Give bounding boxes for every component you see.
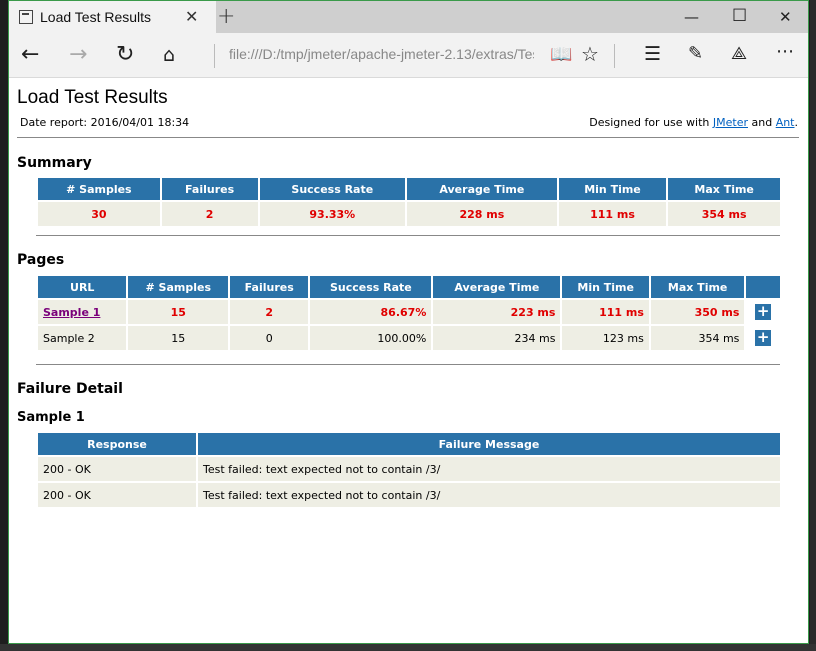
maximize-icon[interactable]: ☐	[732, 6, 747, 26]
more-icon[interactable]: ⋯	[776, 41, 794, 62]
designed-for: Designed for use with JMeter and Ant.	[589, 116, 798, 129]
divider	[17, 137, 799, 138]
taskbar-strip	[0, 644, 816, 651]
col-samples: # Samples	[38, 178, 160, 200]
page-title: Load Test Results	[17, 87, 168, 108]
close-icon[interactable]: ✕	[185, 7, 198, 26]
cell-failures: 2	[230, 300, 309, 324]
cell-success-rate: 86.67%	[310, 300, 432, 324]
toolbar-separator	[614, 44, 615, 68]
col-failures: Failures	[161, 178, 258, 200]
home-icon[interactable]: ⌂	[163, 44, 175, 66]
cell-samples: 30	[38, 202, 160, 226]
table-row: Sample 1 15 2 86.67% 223 ms 111 ms 350 m…	[38, 300, 780, 324]
cell-samples: 15	[128, 326, 229, 350]
refresh-icon[interactable]: ↻	[116, 42, 134, 67]
web-note-icon[interactable]: ✎	[688, 43, 703, 64]
pages-table: URL # Samples Failures Success Rate Aver…	[36, 274, 782, 352]
col-average-time: Average Time	[433, 276, 561, 298]
col-min-time: Min Time	[558, 178, 667, 200]
col-max-time: Max Time	[650, 276, 745, 298]
pages-heading: Pages	[17, 252, 65, 268]
address-separator	[214, 44, 215, 68]
cell-average-time: 228 ms	[407, 202, 557, 226]
cell-expand: +	[746, 300, 780, 324]
cell-max-time: 354 ms	[650, 326, 745, 350]
cell-min-time: 111 ms	[558, 202, 667, 226]
page-icon	[19, 10, 33, 24]
col-average-time: Average Time	[407, 178, 557, 200]
browser-window: Load Test Results ✕ + — ☐ ✕ ← → ↻ ⌂ file…	[8, 0, 809, 644]
failure-header-row: Response Failure Message	[38, 433, 780, 455]
expand-plus-icon[interactable]: +	[755, 330, 772, 346]
cell-failure-message: Test failed: text expected not to contai…	[198, 457, 780, 481]
period: .	[794, 116, 799, 129]
cell-url: Sample 2	[38, 326, 127, 350]
cell-expand: +	[746, 326, 780, 350]
cell-failures: 0	[230, 326, 309, 350]
summary-header-row: # Samples Failures Success Rate Average …	[38, 178, 780, 200]
col-min-time: Min Time	[562, 276, 649, 298]
address-bar[interactable]: file:///D:/tmp/jmeter/apache-jmeter-2.13…	[229, 46, 534, 66]
expand-plus-icon[interactable]: +	[755, 304, 772, 320]
back-icon[interactable]: ←	[21, 42, 39, 67]
cell-samples: 15	[128, 300, 229, 324]
cell-success-rate: 93.33%	[259, 202, 406, 226]
tab-bar: Load Test Results ✕ + — ☐ ✕	[9, 1, 808, 33]
cell-max-time: 350 ms	[650, 300, 745, 324]
failure-detail-heading: Failure Detail	[17, 381, 123, 397]
col-success-rate: Success Rate	[259, 178, 406, 200]
cell-failure-message: Test failed: text expected not to contai…	[198, 483, 780, 507]
col-samples: # Samples	[128, 276, 229, 298]
summary-table: # Samples Failures Success Rate Average …	[36, 176, 782, 228]
cell-response: 200 - OK	[38, 483, 196, 507]
and-text: and	[747, 116, 776, 129]
pages-header-row: URL # Samples Failures Success Rate Aver…	[38, 276, 780, 298]
table-row: Sample 2 15 0 100.00% 234 ms 123 ms 354 …	[38, 326, 780, 350]
col-failure-message: Failure Message	[198, 433, 780, 455]
jmeter-link[interactable]: JMeter	[713, 116, 748, 129]
cell-average-time: 234 ms	[433, 326, 561, 350]
designed-prefix: Designed for use with	[589, 116, 713, 129]
forward-icon[interactable]: →	[69, 42, 87, 67]
nav-bar: ← → ↻ ⌂ file:///D:/tmp/jmeter/apache-jme…	[9, 33, 808, 78]
col-failures: Failures	[230, 276, 309, 298]
favorite-star-icon[interactable]: ☆	[581, 42, 599, 66]
cell-success-rate: 100.00%	[310, 326, 432, 350]
col-response: Response	[38, 433, 196, 455]
cell-min-time: 111 ms	[562, 300, 649, 324]
date-report: Date report: 2016/04/01 18:34	[20, 116, 190, 129]
sample-heading: Sample 1	[17, 410, 85, 425]
tab-title: Load Test Results	[40, 9, 152, 25]
divider	[36, 364, 780, 365]
col-max-time: Max Time	[668, 178, 780, 200]
cell-max-time: 354 ms	[668, 202, 780, 226]
close-icon[interactable]: ✕	[779, 8, 792, 26]
summary-heading: Summary	[17, 155, 92, 171]
failure-table: Response Failure Message 200 - OK Test f…	[36, 431, 782, 509]
page-content: Load Test Results Date report: 2016/04/0…	[9, 79, 808, 643]
tab-load-test-results[interactable]: Load Test Results ✕	[9, 1, 216, 33]
cell-response: 200 - OK	[38, 457, 196, 481]
ant-link[interactable]: Ant	[776, 116, 795, 129]
minimize-icon[interactable]: —	[684, 8, 699, 26]
cell-average-time: 223 ms	[433, 300, 561, 324]
plus-icon[interactable]: +	[217, 4, 235, 29]
col-success-rate: Success Rate	[310, 276, 432, 298]
table-row: 200 - OK Test failed: text expected not …	[38, 457, 780, 481]
col-expand	[746, 276, 780, 298]
sample-1-link[interactable]: Sample 1	[43, 306, 100, 319]
background-window-edge	[810, 0, 816, 651]
share-icon[interactable]: ⟁	[731, 43, 747, 64]
cell-failures: 2	[161, 202, 258, 226]
table-row: 200 - OK Test failed: text expected not …	[38, 483, 780, 507]
col-url: URL	[38, 276, 127, 298]
reading-view-icon[interactable]: 📖	[550, 44, 572, 65]
cell-min-time: 123 ms	[562, 326, 649, 350]
hub-icon[interactable]: ☰	[644, 43, 661, 65]
cell-url: Sample 1	[38, 300, 127, 324]
divider	[36, 235, 780, 236]
summary-row: 30 2 93.33% 228 ms 111 ms 354 ms	[38, 202, 780, 226]
